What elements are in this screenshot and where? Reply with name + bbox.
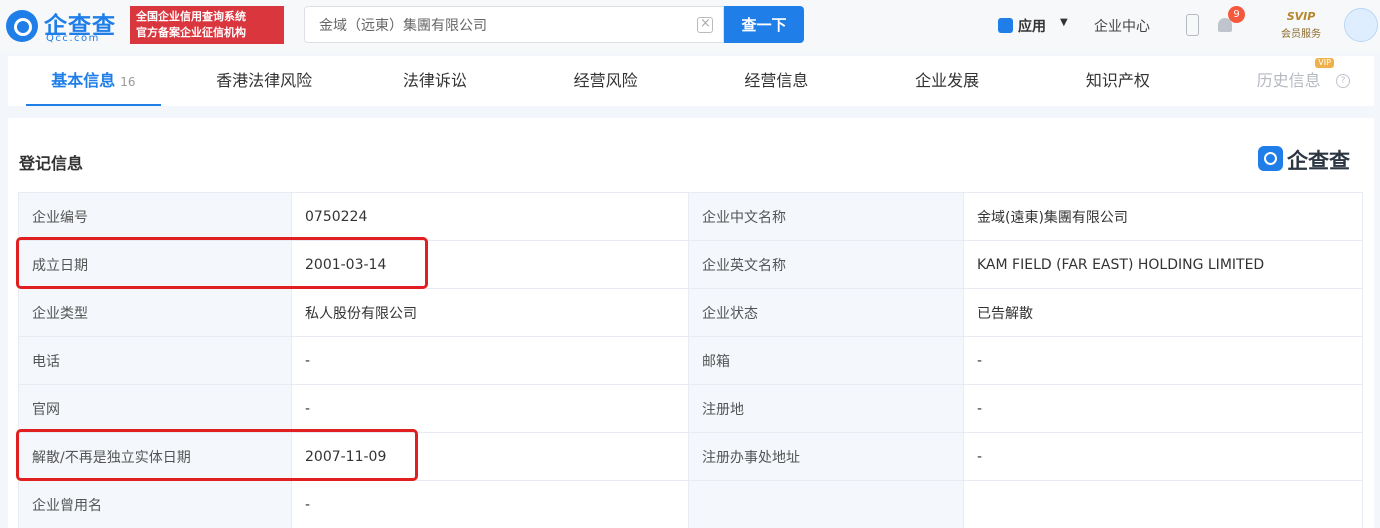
field-value: 0750224: [291, 192, 689, 241]
field-value: 私人股份有限公司: [291, 288, 689, 337]
badge-line-1: 全国企业信用查询系统: [136, 10, 246, 23]
field-label: 官网: [18, 384, 292, 433]
tab-litigation[interactable]: 法律诉讼: [350, 56, 521, 106]
tab-intellectual-property[interactable]: 知识产权: [1033, 56, 1204, 106]
table-row: 企业曾用名 -: [18, 480, 1363, 528]
field-value: KAM FIELD (FAR EAST) HOLDING LIMITED: [963, 240, 1363, 289]
field-label: 注册办事处地址: [688, 432, 964, 481]
qcc-watermark-icon: [1258, 146, 1283, 171]
table-row: 企业编号 0750224 企业中文名称 金域(遠東)集團有限公司: [18, 192, 1363, 241]
enterprise-center-link[interactable]: 企业中心: [1094, 16, 1150, 36]
chevron-down-icon: ▼: [1060, 17, 1068, 28]
tab-basic-info[interactable]: 基本信息 16: [8, 56, 179, 106]
tab-history[interactable]: 历史信息 VIP ?: [1203, 56, 1374, 106]
field-label: 企业状态: [688, 288, 964, 337]
user-avatar[interactable]: [1344, 8, 1378, 42]
tab-label: 历史信息: [1256, 71, 1321, 90]
field-value: 2007-11-09: [291, 432, 689, 481]
field-value: -: [963, 384, 1363, 433]
section-title: 登记信息: [19, 154, 84, 173]
field-label: [688, 480, 964, 528]
tab-operating-risk[interactable]: 经营风险: [520, 56, 691, 106]
apps-menu[interactable]: 应用 ▼: [994, 14, 1074, 40]
apps-grid-icon: [998, 18, 1013, 33]
tab-bar: 基本信息 16 香港法律风险 法律诉讼 经营风险 经营信息 企业发展 知识产权 历…: [8, 56, 1374, 106]
field-label: 企业曾用名: [18, 480, 292, 528]
field-label: 企业中文名称: [688, 192, 964, 241]
field-label: 企业编号: [18, 192, 292, 241]
tab-operating-info[interactable]: 经营信息: [691, 56, 862, 106]
tab-label: 基本信息: [51, 71, 116, 90]
registration-panel: 登记信息 企查查 企业编号 0750224 企业中文名称 金域(遠東)集團有限公…: [8, 118, 1374, 528]
official-badge: 全国企业信用查询系统 官方备案企业征信机构: [130, 6, 284, 44]
table-row: 成立日期 2001-03-14 企业英文名称 KAM FIELD (FAR EA…: [18, 240, 1363, 289]
mobile-phone-icon[interactable]: [1186, 14, 1199, 36]
tab-development[interactable]: 企业发展: [862, 56, 1033, 106]
table-row: 企业类型 私人股份有限公司 企业状态 已告解散: [18, 288, 1363, 337]
field-value: 金域(遠東)集團有限公司: [963, 192, 1363, 241]
table-row: 电话 - 邮箱 -: [18, 336, 1363, 385]
field-value: -: [963, 336, 1363, 385]
field-label: 电话: [18, 336, 292, 385]
field-label: 解散/不再是独立实体日期: [18, 432, 292, 481]
field-value: -: [291, 480, 689, 528]
tab-hk-legal-risk[interactable]: 香港法律风险: [179, 56, 350, 106]
search-input[interactable]: [305, 7, 685, 42]
field-label: 注册地: [688, 384, 964, 433]
notification-count-badge: 9: [1228, 6, 1245, 23]
field-value: -: [291, 384, 689, 433]
field-value: [963, 480, 1363, 528]
badge-line-2: 官方备案企业征信机构: [136, 26, 246, 39]
field-label: 企业英文名称: [688, 240, 964, 289]
field-label: 成立日期: [18, 240, 292, 289]
logo-domain: Qcc.com: [46, 33, 100, 44]
watermark-text: 企查查: [1287, 149, 1350, 173]
field-label: 邮箱: [688, 336, 964, 385]
svip-button[interactable]: SVIP 会员服务: [1270, 10, 1332, 44]
apps-label: 应用: [1018, 19, 1046, 35]
field-value: 2001-03-14: [291, 240, 689, 289]
vip-tag: VIP: [1315, 58, 1334, 68]
table-row: 解散/不再是独立实体日期 2007-11-09 注册办事处地址 -: [18, 432, 1363, 481]
help-icon[interactable]: ?: [1336, 74, 1350, 88]
svip-subtitle: 会员服务: [1281, 29, 1321, 40]
clear-search-icon[interactable]: [697, 16, 713, 33]
qcc-logo-icon: [6, 10, 38, 42]
search-button[interactable]: 查一下: [724, 6, 804, 43]
tab-count: 16: [120, 75, 136, 89]
field-value: 已告解散: [963, 288, 1363, 337]
svip-title: SVIP: [1286, 10, 1316, 23]
table-row: 官网 - 注册地 -: [18, 384, 1363, 433]
search-box: [304, 6, 724, 43]
field-value: -: [291, 336, 689, 385]
field-label: 企业类型: [18, 288, 292, 337]
top-header: 企查查 Qcc.com 全国企业信用查询系统 官方备案企业征信机构 查一下 应用…: [0, 0, 1380, 52]
field-value: -: [963, 432, 1363, 481]
qcc-logo[interactable]: 企查查 Qcc.com: [6, 6, 126, 46]
registration-table: 企业编号 0750224 企业中文名称 金域(遠東)集團有限公司 成立日期 20…: [18, 192, 1363, 528]
